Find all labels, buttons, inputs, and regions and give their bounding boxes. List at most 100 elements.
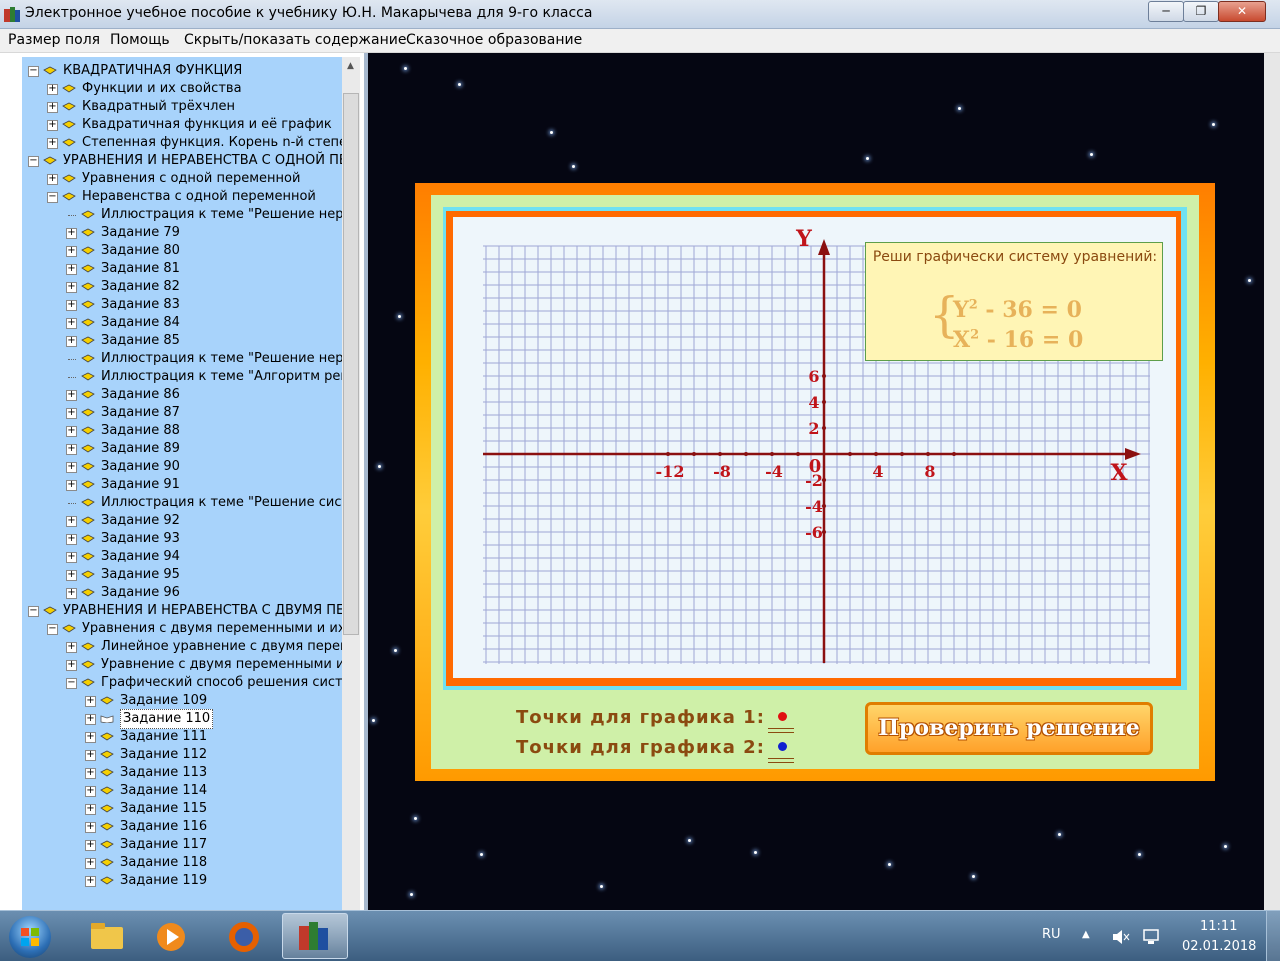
- start-button[interactable]: [9, 916, 51, 958]
- scroll-up-icon[interactable]: ▲: [347, 61, 354, 71]
- expand-icon[interactable]: +: [66, 480, 77, 491]
- book-icon: [100, 858, 114, 867]
- clock-date[interactable]: 02.01.2018: [1182, 939, 1256, 954]
- lesson-vertical-scrollbar[interactable]: [1264, 53, 1280, 910]
- tree-item-label: Задание 81: [101, 261, 180, 276]
- tree-item-label: Степенная функция. Корень n-й степени: [82, 135, 342, 150]
- expand-icon[interactable]: +: [66, 336, 77, 347]
- collapse-icon[interactable]: −: [28, 66, 39, 77]
- expand-icon[interactable]: +: [47, 174, 58, 185]
- tree-item-label: Иллюстрация к теме "Алгоритм решения": [101, 369, 342, 384]
- taskbar-explorer[interactable]: [74, 913, 140, 959]
- expand-icon[interactable]: +: [47, 102, 58, 113]
- taskbar-textbook-app[interactable]: [282, 913, 348, 959]
- taskbar-media-player[interactable]: [140, 913, 206, 959]
- expand-icon[interactable]: +: [66, 246, 77, 257]
- expand-icon[interactable]: +: [85, 714, 96, 725]
- close-button[interactable]: ✕: [1218, 1, 1266, 22]
- expand-icon[interactable]: +: [66, 642, 77, 653]
- star: [1058, 833, 1061, 836]
- star: [688, 839, 691, 842]
- y-tick-label: 6: [808, 367, 819, 386]
- open-book-icon: [100, 715, 114, 723]
- graph1-point-marker[interactable]: [778, 712, 787, 721]
- expand-icon[interactable]: +: [66, 588, 77, 599]
- expand-icon[interactable]: +: [85, 840, 96, 851]
- tree-scroll-thumb[interactable]: [343, 93, 359, 635]
- expand-icon[interactable]: +: [66, 408, 77, 419]
- tree-item-label: КВАДРАТИЧНАЯ ФУНКЦИЯ: [63, 63, 243, 78]
- collapse-icon[interactable]: −: [47, 192, 58, 203]
- expand-icon[interactable]: +: [66, 534, 77, 545]
- menu-field-size[interactable]: Размер поля: [8, 32, 100, 48]
- expand-icon[interactable]: +: [66, 264, 77, 275]
- tree-item-label: Графический способ решения систем уравне…: [101, 675, 342, 690]
- collapse-icon[interactable]: −: [28, 156, 39, 167]
- expand-icon[interactable]: +: [66, 426, 77, 437]
- x-tick-mark: [718, 452, 722, 456]
- expand-icon[interactable]: +: [66, 660, 77, 671]
- expand-icon[interactable]: +: [66, 552, 77, 563]
- tree-item-label: Задание 118: [120, 855, 208, 870]
- expand-icon[interactable]: +: [66, 228, 77, 239]
- expand-icon[interactable]: +: [85, 696, 96, 707]
- menu-fairy-education[interactable]: Сказочное образование: [406, 32, 582, 48]
- star: [958, 107, 961, 110]
- clock-time[interactable]: 11:11: [1200, 919, 1237, 934]
- star: [410, 893, 413, 896]
- book-icon: [43, 156, 57, 165]
- expand-icon[interactable]: +: [85, 732, 96, 743]
- expand-icon[interactable]: +: [66, 318, 77, 329]
- expand-icon[interactable]: +: [66, 282, 77, 293]
- book-icon: [81, 372, 95, 381]
- expand-icon[interactable]: +: [85, 768, 96, 779]
- expand-icon[interactable]: +: [47, 120, 58, 131]
- check-solution-button[interactable]: Проверить решение: [865, 702, 1153, 755]
- x-tick-mark: [926, 452, 930, 456]
- menu-toggle-contents[interactable]: Скрыть/показать содержание: [184, 32, 406, 48]
- expand-icon[interactable]: +: [85, 804, 96, 815]
- expand-icon[interactable]: +: [66, 516, 77, 527]
- language-indicator[interactable]: RU: [1042, 927, 1061, 942]
- taskbar-firefox[interactable]: [212, 913, 278, 959]
- tree-item-label: Уравнения с двумя переменными и их систе…: [82, 621, 342, 636]
- collapse-icon[interactable]: −: [28, 606, 39, 617]
- collapse-icon[interactable]: −: [66, 678, 77, 689]
- collapse-icon[interactable]: −: [47, 624, 58, 635]
- tree-item-label: Задание 79: [101, 225, 180, 240]
- expand-icon[interactable]: +: [47, 138, 58, 149]
- x-tick-mark: [796, 452, 800, 456]
- task-title: Реши графически систему уравнений:: [872, 249, 1158, 265]
- x-tick-mark: [848, 452, 852, 456]
- maximize-button[interactable]: ❐: [1183, 1, 1219, 22]
- expand-icon[interactable]: +: [66, 462, 77, 473]
- app-icon: [4, 7, 20, 22]
- book-icon: [81, 660, 95, 669]
- expand-icon[interactable]: +: [85, 750, 96, 761]
- expand-icon[interactable]: +: [85, 822, 96, 833]
- expand-icon[interactable]: +: [47, 84, 58, 95]
- expand-icon[interactable]: +: [66, 390, 77, 401]
- tree-item-label: Задание 110: [120, 709, 214, 729]
- expand-icon[interactable]: +: [66, 300, 77, 311]
- expand-icon[interactable]: +: [66, 444, 77, 455]
- graph2-point-marker[interactable]: [778, 742, 787, 751]
- show-desktop-button[interactable]: [1266, 911, 1280, 961]
- network-icon[interactable]: [1141, 929, 1161, 945]
- star: [378, 465, 381, 468]
- book-icon: [62, 174, 76, 183]
- expand-icon[interactable]: +: [85, 786, 96, 797]
- star: [1138, 853, 1141, 856]
- tree-vertical-scrollbar[interactable]: ▲ ▼: [342, 57, 360, 939]
- x-tick-mark: [952, 452, 956, 456]
- tray-expand-icon[interactable]: ▲: [1082, 929, 1090, 940]
- tree-item-label: Задание 119: [120, 873, 208, 888]
- tree-item-label: Задание 114: [120, 783, 208, 798]
- minimize-button[interactable]: ─: [1148, 1, 1184, 22]
- expand-icon[interactable]: +: [85, 876, 96, 887]
- menu-help[interactable]: Помощь: [110, 32, 170, 48]
- x-tick-label: -8: [713, 462, 731, 481]
- volume-icon[interactable]: [1112, 929, 1130, 945]
- expand-icon[interactable]: +: [66, 570, 77, 581]
- expand-icon[interactable]: +: [85, 858, 96, 869]
